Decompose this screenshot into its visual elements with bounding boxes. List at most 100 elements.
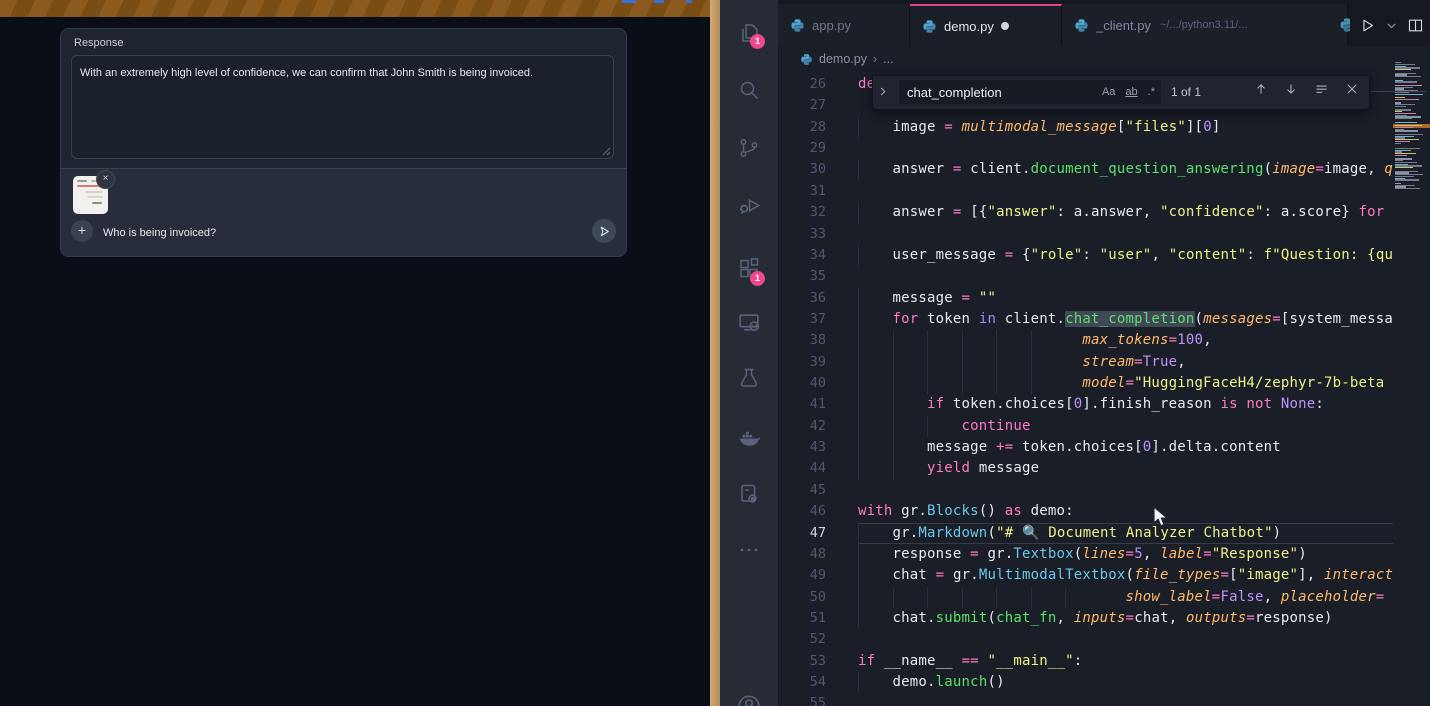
line-number: 29 [778,138,826,159]
attachment-thumbnail[interactable]: × [73,176,108,214]
remote-explorer-icon[interactable] [720,302,778,342]
close-find-button[interactable] [1345,82,1359,96]
extensions-icon[interactable] [720,248,778,288]
code-line: user_message = {"role": "user", "content… [858,245,1393,266]
more-ellipsis-icon[interactable] [720,530,778,570]
source-control-icon[interactable] [720,128,778,168]
breadcrumb-more[interactable]: ... [883,52,893,66]
find-in-selection-button[interactable] [1314,81,1329,96]
code-line: stream=True, [858,352,1393,373]
code-line: message = "" [858,288,1393,309]
code-line [858,693,1393,706]
mouse-cursor [1153,506,1170,528]
split-editor-icon [1407,17,1424,34]
code-line: model="HuggingFaceH4/zephyr-7b-beta [858,373,1393,394]
response-textarea[interactable]: With an extremely high level of confiden… [71,55,614,159]
remove-attachment-button[interactable]: × [96,170,115,189]
add-file-button[interactable]: + [71,220,93,242]
line-number: 34 [778,245,826,266]
line-number: 40 [778,373,826,394]
line-number: 38 [778,330,826,351]
activity-bar: 1 [720,0,779,706]
code-line: yield message [858,458,1393,479]
toggle-replace-button[interactable] [877,84,888,102]
line-number: 35 [778,266,826,287]
code-line: continue [858,416,1393,437]
line-number: 49 [778,565,826,586]
tab-label: app.py [812,18,851,33]
tab-app-py[interactable]: app.py [778,4,910,46]
window-divider [710,0,720,706]
response-card: Response With an extremely high level of… [60,28,627,257]
resize-handle-icon[interactable] [601,146,611,156]
breadcrumb[interactable]: demo.py › ... [778,46,1430,72]
explorer-icon[interactable] [720,13,778,53]
screen: Response With an extremely high level of… [0,0,1430,706]
code-line: gr.Markdown("# 🔍 Document Analyzer Chatb… [858,523,1393,544]
testing-beaker-icon[interactable] [720,358,778,398]
line-number: 37 [778,309,826,330]
line-number: 54 [778,672,826,693]
line-number: 46 [778,501,826,522]
match-case-button[interactable]: Aa [1102,86,1115,98]
tab-label: _client.py [1096,18,1151,33]
arrow-up-icon [1254,82,1268,96]
find-input[interactable]: chat_completion Aa ab .* [899,80,1161,104]
send-icon [598,225,611,238]
regex-button[interactable]: .* [1148,86,1155,98]
find-query: chat_completion [907,85,1002,100]
line-number: 52 [778,629,826,650]
modified-dot-icon[interactable] [1001,22,1009,30]
code-line: if __name__ == "__main__": [858,651,1393,672]
line-number: 28 [778,117,826,138]
title-bar-mark [686,0,692,3]
code-editor[interactable]: 2627282930313233343536373839404142434445… [778,72,1430,706]
browser-title-bar [0,0,710,17]
gradio-app-window: Response With an extremely high level of… [0,0,710,706]
editor-actions [1339,4,1424,46]
send-button[interactable] [592,219,616,243]
code-line [858,480,1393,501]
code-line: image = multimodal_message["files"][0] [858,117,1393,138]
tab-strip: app.py demo.py _client.py ~ [778,0,1430,46]
tab-demo-py[interactable]: demo.py [910,4,1062,46]
run-debug-icon[interactable] [720,185,778,225]
code-line [858,181,1393,202]
vscode-window: 1 [720,0,1430,706]
line-number: 53 [778,651,826,672]
gutter: 2627282930313233343536373839404142434445… [778,72,826,706]
whole-word-button[interactable]: ab [1125,86,1137,98]
line-number: 55 [778,693,826,706]
python-icon [1074,18,1089,33]
minimap[interactable] [1393,50,1430,706]
line-number: 51 [778,608,826,629]
split-editor-button[interactable] [1407,17,1424,34]
search-icon[interactable] [720,70,778,110]
response-text: With an extremely high level of confiden… [80,66,601,80]
run-button[interactable] [1359,17,1376,34]
line-number: 39 [778,352,826,373]
next-match-button[interactable] [1284,82,1298,96]
tab-client-py[interactable]: _client.py ~/.../python3.11/... [1062,4,1348,46]
line-number: 50 [778,587,826,608]
code-line: answer = client.document_question_answer… [858,159,1393,180]
tab-description: ~/.../python3.11/... [1160,19,1248,31]
tasks-gear-icon[interactable] [720,474,778,514]
chat-input[interactable]: Who is being invoiced? [103,227,216,239]
title-bar-mark [654,0,664,3]
code-line [858,138,1393,159]
docker-icon[interactable] [720,417,778,457]
code-line: demo.launch() [858,672,1393,693]
extensions-badge: 1 [750,271,765,286]
breadcrumb-file[interactable]: demo.py [819,52,867,66]
chevron-right-icon [877,86,888,97]
account-icon[interactable] [720,686,778,706]
code-line: message += token.choices[0].delta.conten… [858,437,1393,458]
python-icon [800,53,813,66]
line-number: 31 [778,181,826,202]
run-dropdown-button[interactable] [1385,19,1398,32]
code-line: response = gr.Textbox(lines=5, label="Re… [858,544,1393,565]
chat-input-area: × + Who is being invoiced? [61,168,626,256]
tab-label: demo.py [944,19,994,34]
previous-match-button[interactable] [1254,82,1268,96]
